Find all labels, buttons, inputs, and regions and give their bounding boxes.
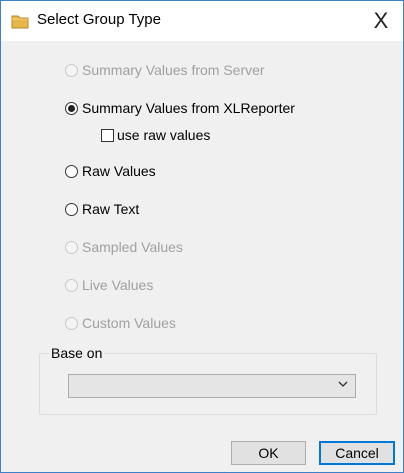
- radio-icon: [65, 164, 78, 178]
- radio-checked-icon: [65, 101, 78, 115]
- radio-live-values: Live Values: [65, 275, 153, 295]
- radio-raw-text[interactable]: Raw Text: [65, 199, 139, 219]
- radio-label: Summary Values from XLReporter: [82, 100, 295, 116]
- close-button[interactable]: X: [359, 1, 403, 41]
- radio-icon: [65, 202, 78, 216]
- radio-summary-xlreporter[interactable]: Summary Values from XLReporter: [65, 98, 295, 118]
- title-bar: Select Group Type X: [1, 1, 403, 41]
- base-on-dropdown[interactable]: [68, 374, 356, 398]
- cancel-button[interactable]: Cancel: [319, 441, 395, 465]
- window-title: Select Group Type: [37, 11, 161, 28]
- dialog-window: Select Group Type X Summary Values from …: [0, 0, 404, 473]
- radio-label: Custom Values: [82, 315, 176, 331]
- ok-button[interactable]: OK: [231, 441, 306, 465]
- radio-label: Sampled Values: [82, 239, 183, 255]
- radio-label: Live Values: [82, 277, 154, 293]
- radio-label: Summary Values from Server: [82, 62, 265, 78]
- use-raw-values-checkbox[interactable]: use raw values: [101, 125, 210, 145]
- radio-label: Raw Text: [82, 201, 140, 217]
- folder-icon: [11, 13, 29, 29]
- radio-icon: [65, 63, 78, 77]
- radio-icon: [65, 240, 78, 254]
- radio-sampled-values: Sampled Values: [65, 237, 183, 257]
- radio-raw-values[interactable]: Raw Values: [65, 161, 156, 181]
- base-on-legend: Base on: [49, 345, 105, 361]
- chevron-down-icon: [337, 378, 349, 393]
- radio-label: Raw Values: [82, 163, 156, 179]
- checkbox-icon: [101, 128, 114, 142]
- radio-icon: [65, 316, 78, 330]
- radio-custom-values: Custom Values: [65, 313, 176, 333]
- radio-icon: [65, 278, 78, 292]
- close-icon: X: [373, 8, 389, 33]
- radio-summary-server: Summary Values from Server: [65, 60, 265, 80]
- checkbox-label: use raw values: [117, 127, 211, 143]
